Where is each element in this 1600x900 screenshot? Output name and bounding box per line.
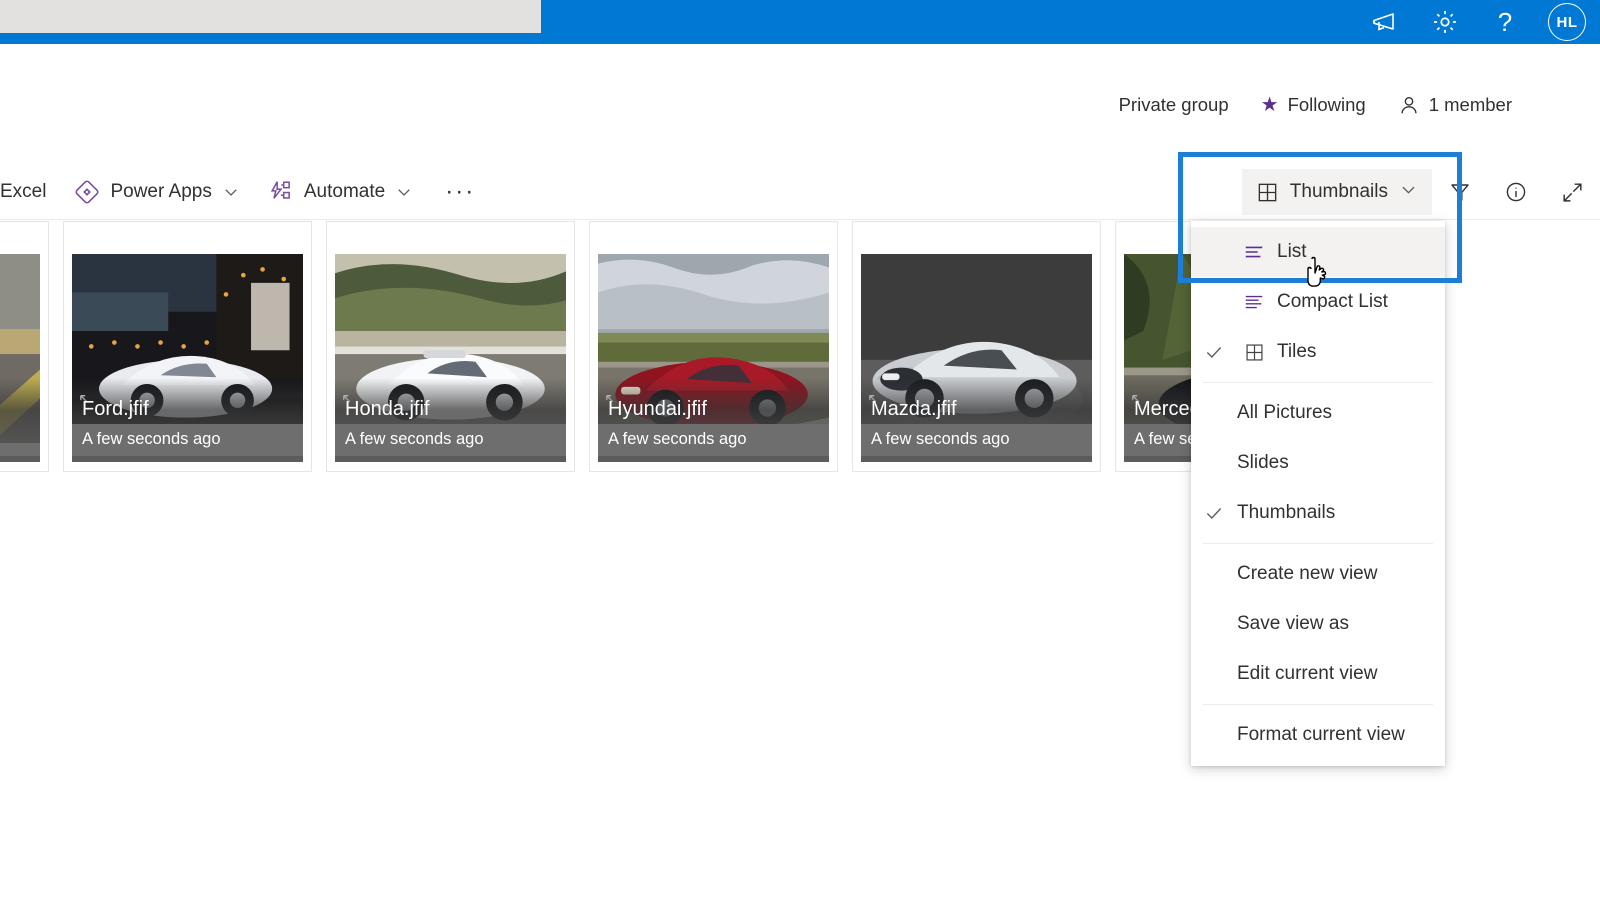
menu-divider xyxy=(1203,543,1433,544)
menu-item-save-view-as[interactable]: Save view as xyxy=(1191,599,1445,649)
checkmark-icon xyxy=(1191,503,1237,523)
following-button[interactable]: ★ Following xyxy=(1245,94,1382,116)
view-switcher-button[interactable]: Thumbnails xyxy=(1242,169,1432,215)
details-icon[interactable] xyxy=(1488,169,1544,215)
menu-item-list[interactable]: List xyxy=(1191,227,1445,277)
avatar-initials: HL xyxy=(1557,14,1578,31)
menu-item-label: Create new view xyxy=(1237,563,1377,585)
checkmark-icon xyxy=(1191,342,1237,362)
automate-label: Automate xyxy=(304,181,385,203)
menu-item-label: Edit current view xyxy=(1237,663,1377,685)
menu-item-edit-current-view[interactable]: Edit current view xyxy=(1191,649,1445,699)
card-overlay: Honda.jfif A few seconds ago xyxy=(335,378,566,462)
chevron-down-icon xyxy=(222,183,240,201)
menu-item-label: All Pictures xyxy=(1237,402,1332,424)
menu-item-format-current-view[interactable]: Format current view xyxy=(1191,710,1445,760)
card-partial-left[interactable] xyxy=(0,221,49,472)
automate-button[interactable]: Automate xyxy=(254,172,427,212)
export-to-excel-label: Excel xyxy=(0,181,46,203)
card-title: Hyundai.jfif xyxy=(598,398,829,424)
menu-item-thumbnails[interactable]: Thumbnails xyxy=(1191,488,1445,538)
card-title: Honda.jfif xyxy=(335,398,566,424)
tiles-icon xyxy=(1237,342,1271,363)
command-bar-left: Excel Power Apps xyxy=(0,164,493,220)
menu-item-create-new-view[interactable]: Create new view xyxy=(1191,549,1445,599)
view-switcher-label: Thumbnails xyxy=(1290,181,1388,203)
help-icon[interactable]: ? xyxy=(1488,5,1522,39)
menu-item-label: Compact List xyxy=(1271,291,1388,313)
menu-item-label: Thumbnails xyxy=(1237,502,1335,524)
menu-item-all-pictures[interactable]: All Pictures xyxy=(1191,388,1445,438)
megaphone-icon[interactable] xyxy=(1368,5,1402,39)
help-glyph: ? xyxy=(1498,9,1512,35)
power-apps-icon xyxy=(74,179,100,205)
filter-icon[interactable] xyxy=(1432,169,1488,215)
chevron-down-icon xyxy=(395,183,413,201)
menu-item-compact-list[interactable]: Compact List xyxy=(1191,277,1445,327)
card-subtitle: A few seconds ago xyxy=(72,424,303,456)
privacy-text: Private group xyxy=(1119,94,1229,116)
card-subtitle: A few seconds ago xyxy=(861,424,1092,456)
card-subtitle: A few seconds ago xyxy=(598,424,829,456)
automate-icon xyxy=(268,179,294,205)
card-overlay: Mazda.jfif A few seconds ago xyxy=(861,378,1092,462)
menu-item-label: List xyxy=(1271,241,1307,263)
card-overlay xyxy=(0,378,40,462)
suite-bar: ? HL xyxy=(0,0,1600,44)
sharepoint-library-page: ? HL Private group ★ Following xyxy=(0,0,1600,900)
menu-item-label: Slides xyxy=(1237,452,1289,474)
card-subtitle: A few seconds ago xyxy=(335,424,566,456)
expand-icon[interactable] xyxy=(1544,169,1600,215)
card-thumbnail: Ford.jfif A few seconds ago xyxy=(72,254,303,462)
following-label: Following xyxy=(1288,94,1366,116)
suite-actions: ? HL xyxy=(1368,0,1586,44)
card-subtitle xyxy=(0,443,40,456)
members-button[interactable]: 1 member xyxy=(1382,94,1528,116)
power-apps-label: Power Apps xyxy=(110,181,211,203)
command-bar-right: Thumbnails xyxy=(1242,164,1600,220)
view-dropdown-menu: List Compact List T xyxy=(1191,221,1445,766)
card-hyundai[interactable]: Hyundai.jfif A few seconds ago xyxy=(589,221,838,472)
menu-divider xyxy=(1203,704,1433,705)
card-overlay: Ford.jfif A few seconds ago xyxy=(72,378,303,462)
card-thumbnail xyxy=(0,254,40,462)
card-title: Mazda.jfif xyxy=(861,398,1092,424)
menu-item-label: Tiles xyxy=(1271,341,1316,363)
chevron-down-icon xyxy=(1399,180,1418,205)
menu-item-label: Format current view xyxy=(1237,724,1405,746)
star-icon: ★ xyxy=(1261,95,1279,115)
site-meta: Private group ★ Following 1 member xyxy=(1103,94,1528,116)
card-thumbnail: Mazda.jfif A few seconds ago xyxy=(861,254,1092,462)
card-title: Ford.jfif xyxy=(72,398,303,424)
menu-item-label: Save view as xyxy=(1237,613,1349,635)
card-honda[interactable]: Honda.jfif A few seconds ago xyxy=(326,221,575,472)
card-overlay: Hyundai.jfif A few seconds ago xyxy=(598,378,829,462)
command-bar: Excel Power Apps xyxy=(0,164,1600,220)
power-apps-button[interactable]: Power Apps xyxy=(60,172,253,212)
menu-divider xyxy=(1203,382,1433,383)
site-header: Private group ★ Following 1 member xyxy=(0,44,1600,164)
search-input[interactable] xyxy=(0,0,541,33)
overflow-button[interactable]: ··· xyxy=(427,178,493,206)
menu-item-tiles[interactable]: Tiles xyxy=(1191,327,1445,377)
compact-list-icon xyxy=(1237,291,1271,313)
list-view-icon xyxy=(1237,241,1271,263)
members-label: 1 member xyxy=(1429,94,1512,116)
card-mazda[interactable]: Mazda.jfif A few seconds ago xyxy=(852,221,1101,472)
card-thumbnail: Honda.jfif A few seconds ago xyxy=(335,254,566,462)
privacy-label: Private group xyxy=(1103,94,1245,116)
avatar[interactable]: HL xyxy=(1548,3,1586,41)
card-thumbnail: Hyundai.jfif A few seconds ago xyxy=(598,254,829,462)
export-to-excel-button[interactable]: Excel xyxy=(0,172,60,212)
gear-icon[interactable] xyxy=(1428,5,1462,39)
menu-item-slides[interactable]: Slides xyxy=(1191,438,1445,488)
person-icon xyxy=(1398,94,1420,116)
card-ford[interactable]: Ford.jfif A few seconds ago xyxy=(63,221,312,472)
tiles-icon xyxy=(1256,181,1279,204)
